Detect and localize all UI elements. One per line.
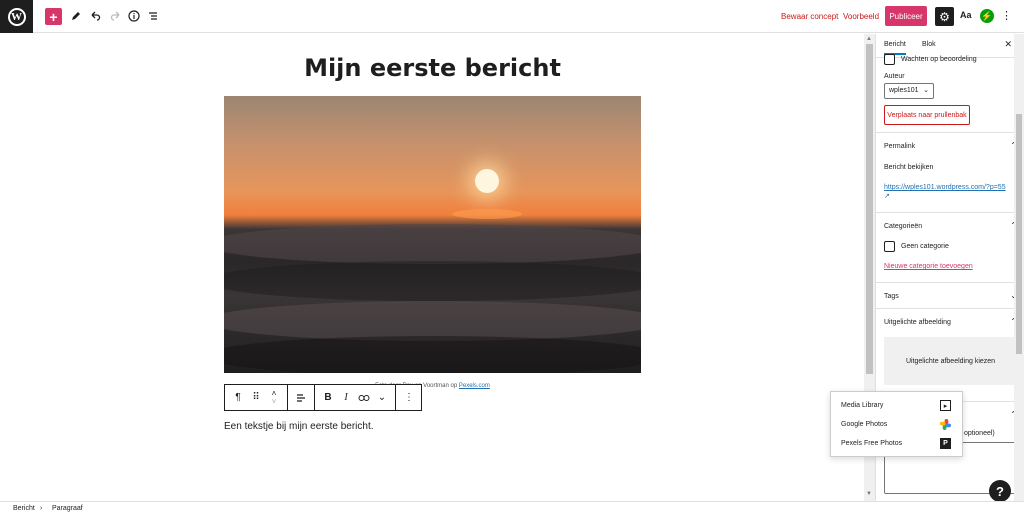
block-options-icon[interactable]: ⋮ bbox=[400, 388, 418, 408]
caption-link[interactable]: Pexels.com bbox=[459, 383, 490, 389]
categories-title[interactable]: Categorieën bbox=[884, 223, 922, 230]
align-group bbox=[288, 385, 315, 410]
styles-button[interactable]: Aa bbox=[960, 10, 972, 20]
pexels-icon[interactable]: P bbox=[940, 438, 951, 449]
scroll-up-icon[interactable]: ▲ bbox=[866, 36, 872, 42]
pending-review-checkbox[interactable] bbox=[884, 54, 895, 65]
wordpress-logo-icon[interactable]: W bbox=[0, 0, 33, 33]
no-category-checkbox[interactable] bbox=[884, 241, 895, 252]
sun-reflection bbox=[452, 209, 522, 219]
permalink-panel: Permalink ⌃ Bericht bekijken https://wpl… bbox=[876, 132, 1024, 212]
bold-icon[interactable]: B bbox=[319, 388, 337, 408]
move-up-down-icon[interactable]: ˄ ˅ bbox=[265, 388, 283, 408]
format-group: B I ⌄ bbox=[315, 385, 396, 410]
undo-icon[interactable] bbox=[87, 8, 103, 24]
redo-icon[interactable] bbox=[108, 8, 124, 24]
tags-title[interactable]: Tags bbox=[884, 293, 899, 300]
align-left-icon[interactable] bbox=[292, 388, 310, 408]
more-group: ⋮ bbox=[396, 385, 422, 410]
list-view-icon[interactable] bbox=[145, 8, 161, 24]
featured-image-title[interactable]: Uitgelichte afbeelding bbox=[884, 319, 951, 326]
breadcrumb-paragraph[interactable]: Paragraaf bbox=[52, 505, 83, 512]
close-icon[interactable]: ✕ bbox=[1004, 39, 1012, 50]
wave-shape bbox=[224, 261, 641, 301]
excerpt-label: optioneel) bbox=[964, 430, 995, 437]
media-source-popover: Media Library ▸ Google Photos Pexels Fre… bbox=[830, 391, 963, 457]
block-type-group: ¶ ⠿ ˄ ˅ bbox=[225, 385, 288, 410]
no-category-label: Geen categorie bbox=[901, 243, 949, 250]
move-down-glyph: ˅ bbox=[271, 396, 277, 406]
play-square-icon[interactable]: ▸ bbox=[940, 400, 951, 411]
more-options-icon[interactable]: ⋮ bbox=[1001, 9, 1012, 22]
jetpack-icon[interactable]: ⚡ bbox=[980, 9, 994, 23]
link-icon[interactable] bbox=[355, 388, 373, 408]
drag-handle-icon[interactable]: ⠿ bbox=[247, 388, 265, 408]
settings-gear-icon[interactable]: ⚙ bbox=[935, 7, 954, 26]
sidebar-tabs: Bericht Blok ✕ bbox=[876, 34, 1024, 58]
breadcrumb-post[interactable]: Bericht bbox=[13, 505, 35, 512]
choose-featured-image-button[interactable]: Uitgelichte afbeelding kiezen bbox=[884, 337, 1017, 385]
scroll-down-icon[interactable]: ▼ bbox=[866, 491, 872, 497]
info-icon[interactable] bbox=[126, 8, 142, 24]
breadcrumb: Bericht › Paragraaf bbox=[0, 501, 1024, 515]
add-block-button[interactable]: + bbox=[45, 8, 62, 25]
categories-panel: Categorieën ⌃ Geen categorie Nieuwe cate… bbox=[876, 212, 1024, 282]
save-draft-button[interactable]: Bewaar concept bbox=[781, 12, 838, 21]
top-toolbar: W + Bewaar concept Voorbeeld Publiceer ⚙… bbox=[0, 0, 1024, 33]
post-title[interactable]: Mijn eerste bericht bbox=[224, 54, 641, 82]
wave-shape bbox=[224, 224, 641, 264]
editor-canvas: Mijn eerste bericht Foto door Ray on Voo… bbox=[0, 34, 864, 501]
sidebar-scrollbar[interactable] bbox=[1014, 34, 1024, 501]
paragraph-icon[interactable]: ¶ bbox=[229, 388, 247, 408]
permalink-url-link[interactable]: https://wples101.wordpress.com/?p=55 bbox=[884, 184, 1006, 191]
post-image[interactable] bbox=[224, 96, 641, 373]
google-photos-option[interactable]: Google Photos bbox=[841, 421, 887, 428]
chevron-down-icon[interactable]: ⌄ bbox=[373, 388, 391, 408]
author-label: Auteur bbox=[884, 73, 905, 80]
paragraph-block[interactable]: Een tekstje bij mijn eerste bericht. bbox=[224, 421, 374, 432]
sun-shape bbox=[475, 169, 499, 193]
wave-shape bbox=[224, 336, 641, 373]
tags-panel: Tags ⌄ bbox=[876, 282, 1024, 308]
chevron-down-icon: ⌄ bbox=[923, 87, 929, 94]
external-link-icon[interactable]: ↗ bbox=[884, 192, 890, 200]
tab-block[interactable]: Blok bbox=[922, 41, 936, 48]
preview-button[interactable]: Voorbeeld bbox=[843, 12, 879, 21]
chevron-right-icon: › bbox=[40, 505, 43, 512]
publish-button[interactable]: Publiceer bbox=[885, 6, 927, 26]
move-to-trash-button[interactable]: Verplaats naar prullenbak bbox=[884, 105, 970, 125]
wave-shape bbox=[224, 301, 641, 341]
tab-post[interactable]: Bericht bbox=[884, 41, 906, 55]
author-select[interactable]: wples101 ⌄ bbox=[884, 83, 934, 99]
scroll-thumb[interactable] bbox=[866, 44, 873, 374]
view-post-label: Bericht bekijken bbox=[884, 164, 934, 171]
block-toolbar: ¶ ⠿ ˄ ˅ B I ⌄ ⋮ bbox=[224, 384, 422, 411]
scroll-thumb[interactable] bbox=[1016, 114, 1022, 354]
italic-icon[interactable]: I bbox=[337, 388, 355, 408]
pending-review-label: Wachten op beoordeling bbox=[901, 56, 977, 63]
featured-image-panel: Uitgelichte afbeelding ⌃ Uitgelichte afb… bbox=[876, 308, 1024, 401]
pexels-option[interactable]: Pexels Free Photos bbox=[841, 440, 902, 447]
pencil-icon[interactable] bbox=[68, 8, 84, 24]
media-library-option[interactable]: Media Library bbox=[841, 402, 883, 409]
pinwheel-icon[interactable] bbox=[940, 419, 951, 430]
permalink-title[interactable]: Permalink bbox=[884, 143, 915, 150]
help-button[interactable]: ? bbox=[989, 480, 1011, 502]
author-value: wples101 bbox=[889, 87, 919, 94]
add-category-link[interactable]: Nieuwe categorie toevoegen bbox=[884, 263, 973, 270]
